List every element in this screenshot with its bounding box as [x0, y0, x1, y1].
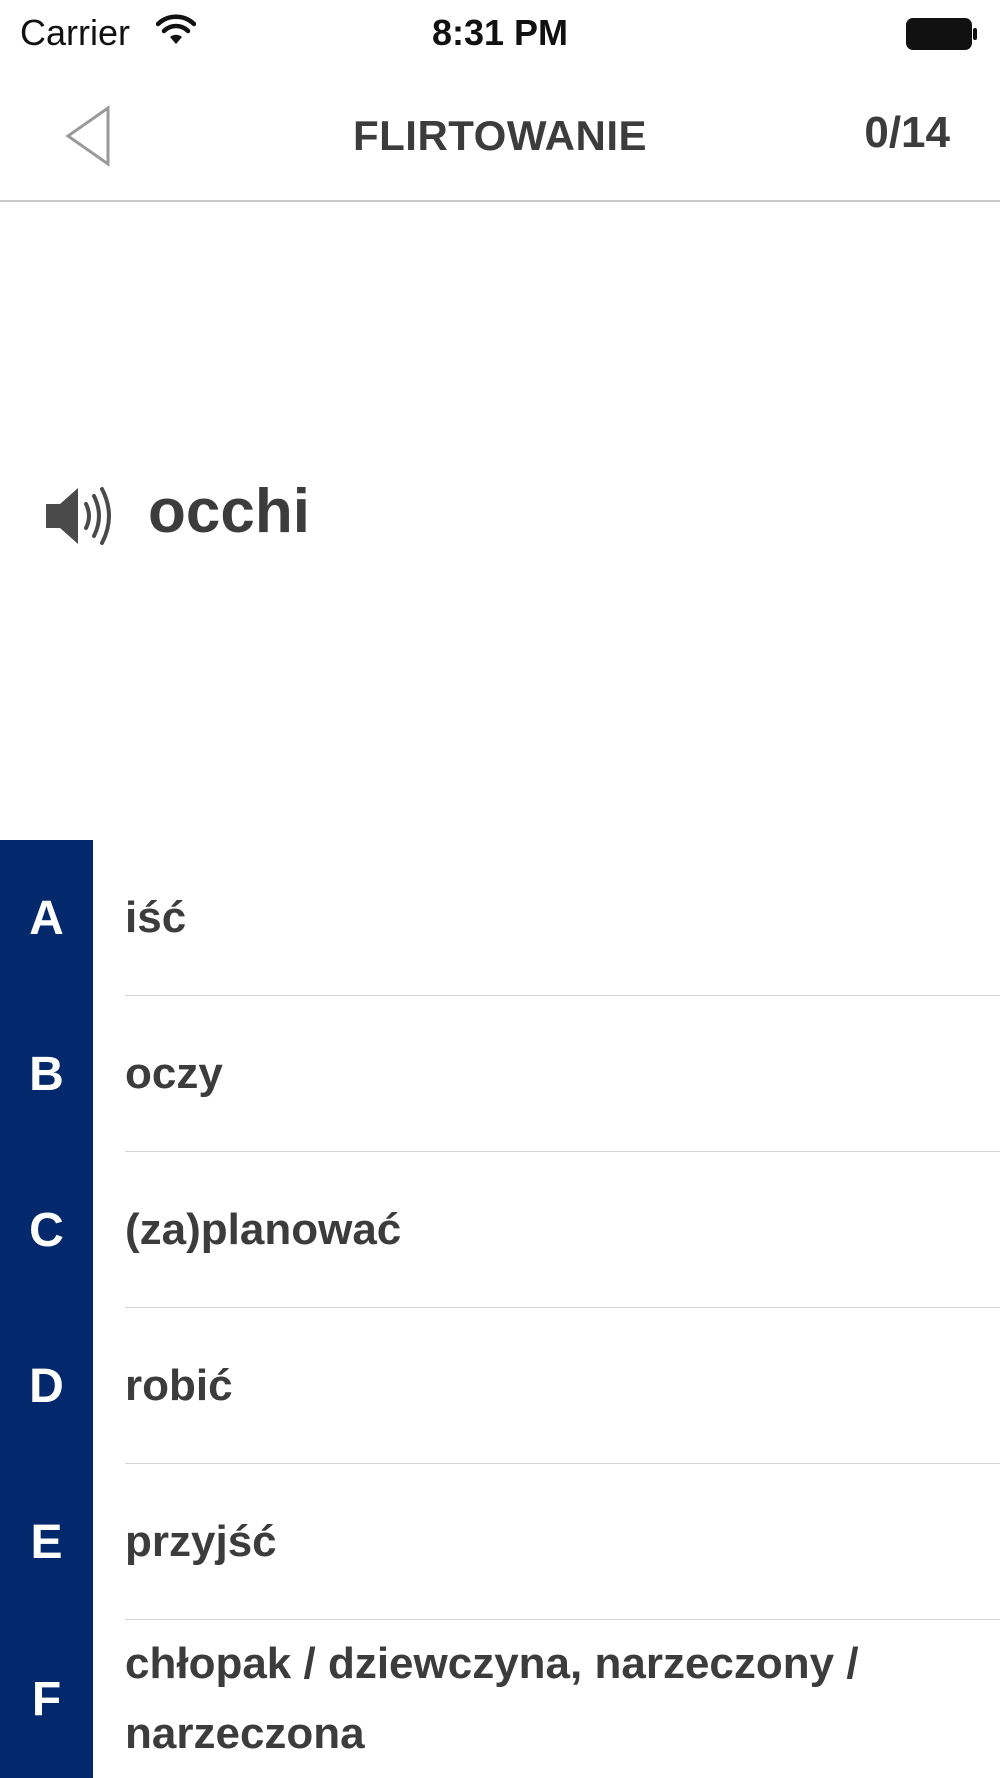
answer-list: A iść B oczy C (za)planować D robić E pr…	[0, 840, 1000, 1778]
answer-letter-tab: B	[0, 996, 93, 1152]
answer-letter: D	[29, 1359, 64, 1413]
page-title: FLIRTOWANIE	[352, 112, 648, 159]
answer-option-b[interactable]: B oczy	[0, 996, 1000, 1152]
progress-counter: 0/14	[864, 108, 950, 157]
answer-text: iść	[125, 840, 1000, 996]
answer-letter: A	[29, 891, 64, 945]
answer-option-c[interactable]: C (za)planować	[0, 1152, 1000, 1308]
battery-icon	[906, 18, 977, 50]
answer-option-a[interactable]: A iść	[0, 840, 1000, 996]
answer-letter-tab: F	[0, 1620, 93, 1778]
status-bar: Carrier 8:31 PM	[0, 0, 1000, 68]
answer-letter: F	[31, 1672, 62, 1726]
answer-letter-tab: E	[0, 1464, 93, 1620]
nav-bar: FLIRTOWANIE 0/14	[0, 68, 1000, 202]
answer-text: przyjść	[125, 1464, 1000, 1620]
answer-option-f[interactable]: F chłopak / dziewczyna, narzeczony / nar…	[0, 1620, 1000, 1778]
question-prompt: occhi	[0, 440, 1000, 590]
answer-letter-tab: A	[0, 840, 93, 996]
answer-option-e[interactable]: E przyjść	[0, 1464, 1000, 1620]
prompt-word: occhi	[148, 477, 310, 546]
answer-letter: B	[29, 1047, 64, 1101]
answer-letter-tab: D	[0, 1308, 93, 1464]
clock: 8:31 PM	[431, 12, 569, 53]
answer-option-d[interactable]: D robić	[0, 1308, 1000, 1464]
answer-letter-tab: C	[0, 1152, 93, 1308]
answer-text: oczy	[125, 996, 1000, 1152]
answer-text: (za)planować	[125, 1152, 1000, 1308]
speaker-icon[interactable]	[44, 484, 116, 548]
answer-text: chłopak / dziewczyna, narzeczony / narze…	[125, 1639, 859, 1758]
answer-letter: E	[30, 1515, 63, 1569]
answer-letter: C	[29, 1203, 64, 1257]
answer-text: robić	[125, 1308, 1000, 1464]
